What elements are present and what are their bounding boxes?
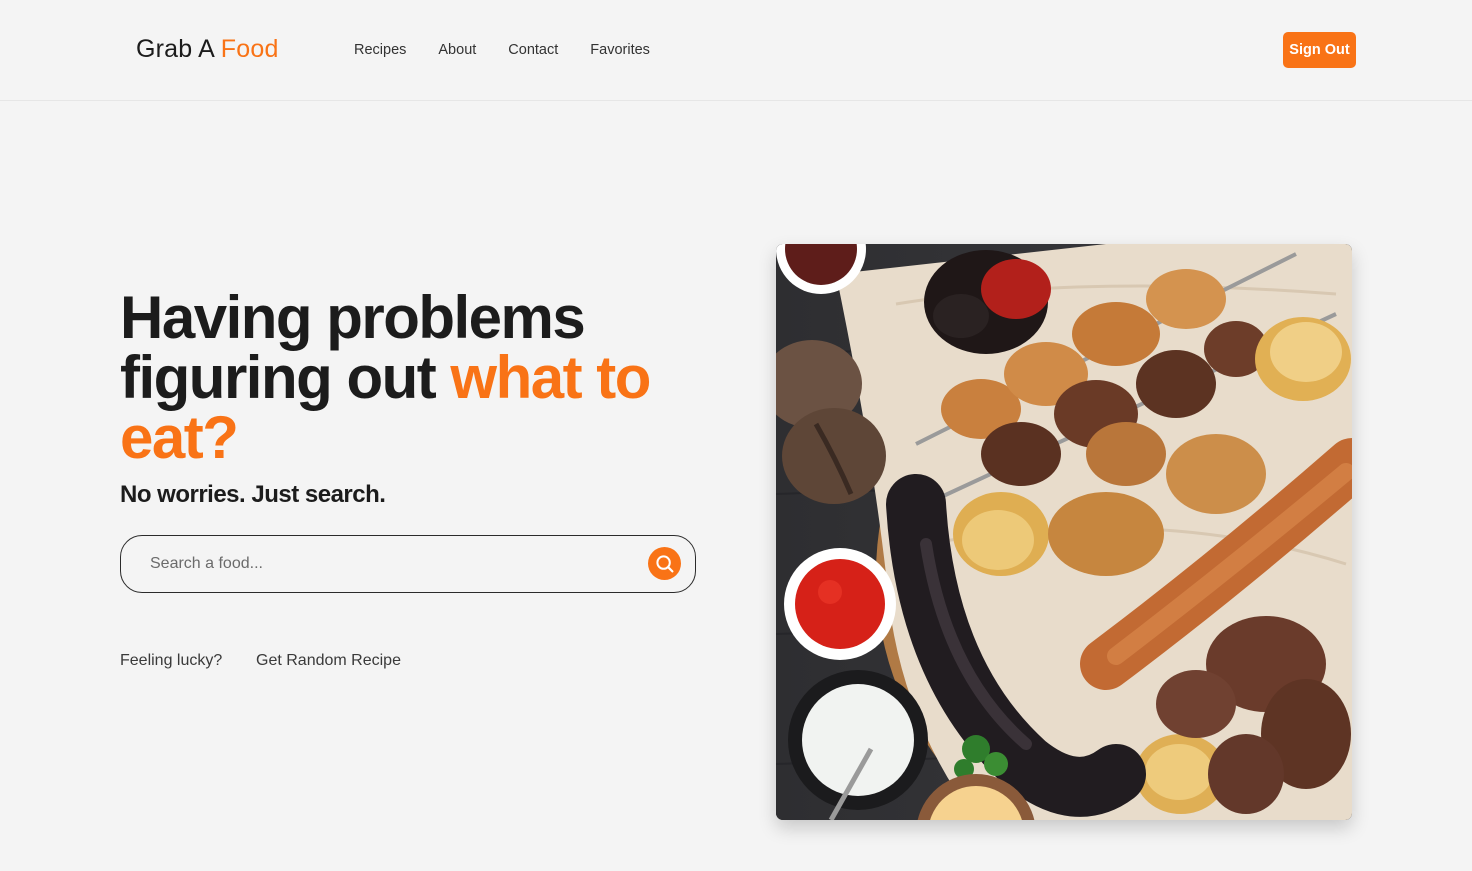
random-recipe-link[interactable]: Get Random Recipe (256, 651, 401, 671)
nav-link-about[interactable]: About (438, 40, 476, 60)
headline-accent-1: what to (450, 344, 651, 411)
logo-accent-text: Food (220, 35, 279, 63)
hero-subtitle: No worries. Just search. (120, 481, 386, 508)
nav-link-contact[interactable]: Contact (508, 40, 558, 60)
sign-out-button[interactable]: Sign Out (1283, 32, 1356, 68)
hero-food-image (776, 244, 1352, 820)
top-navbar: Grab A Food Recipes About Contact Favori… (0, 0, 1472, 101)
brand-logo[interactable]: Grab A Food (136, 33, 279, 65)
hero-headline: Having problems figuring out what to eat… (120, 288, 720, 468)
main-nav: Recipes About Contact Favorites (354, 40, 650, 60)
feeling-lucky-label: Feeling lucky? (120, 652, 223, 669)
kebab-platter-illustration (776, 244, 1352, 820)
search-icon (655, 554, 673, 572)
headline-line-1: Having problems (120, 284, 586, 351)
headline-accent-2: eat? (120, 404, 239, 471)
logo-text: Grab A (136, 35, 214, 63)
nav-link-recipes[interactable]: Recipes (354, 40, 406, 60)
headline-line-2: figuring out (120, 344, 437, 411)
nav-link-favorites[interactable]: Favorites (590, 40, 650, 60)
search-bar (120, 535, 696, 593)
search-button[interactable] (648, 547, 681, 580)
search-input[interactable] (148, 536, 628, 591)
